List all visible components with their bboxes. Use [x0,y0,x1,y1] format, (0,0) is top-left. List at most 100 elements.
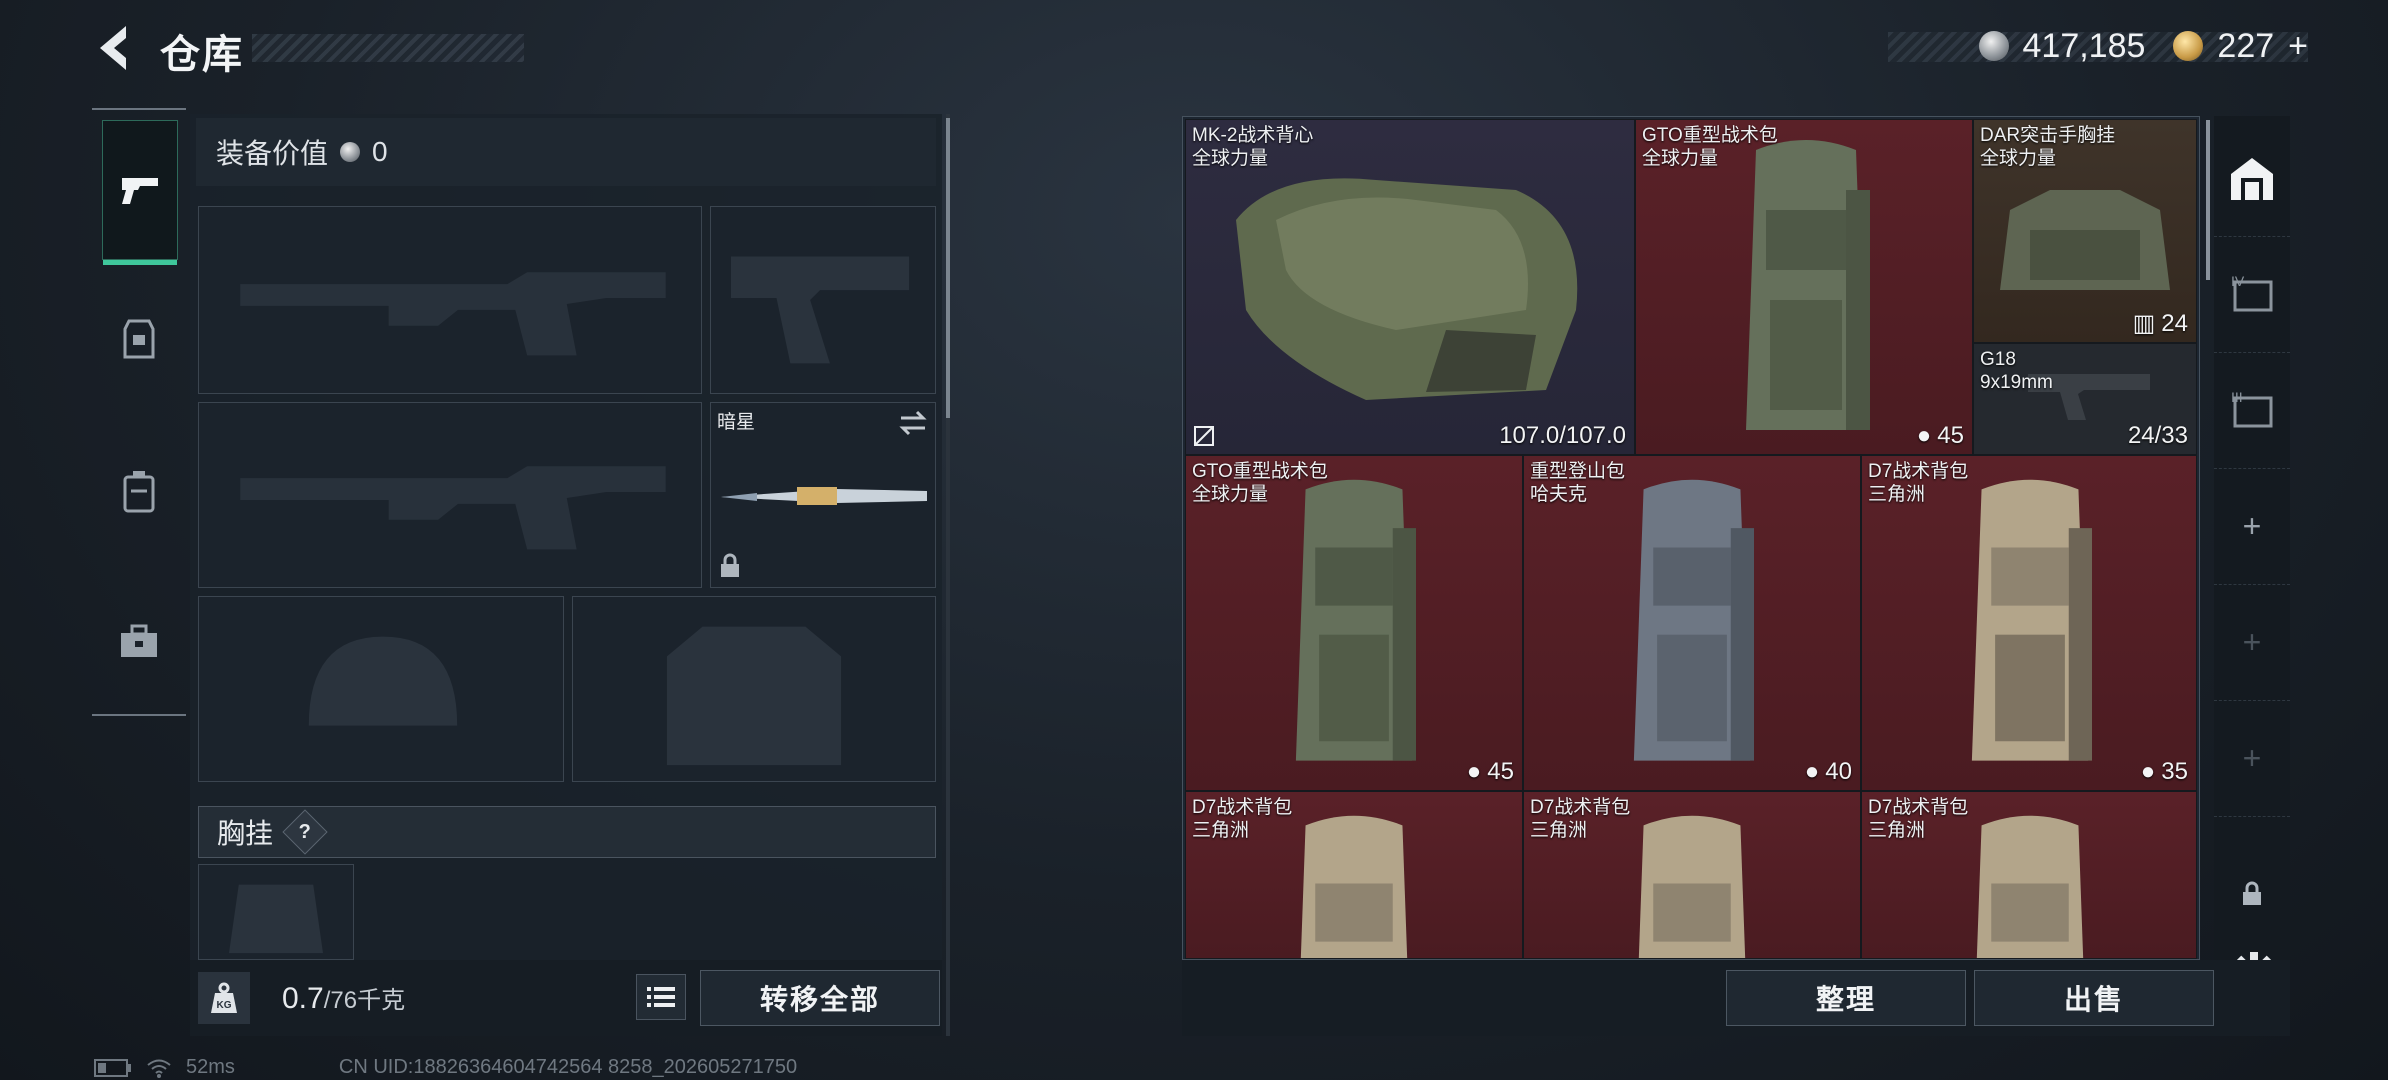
tab-toolbox[interactable] [102,572,176,710]
equipment-value-bar: 装备价值 0 [196,118,936,186]
stash-item[interactable]: MK-2战术背心 全球力量 107.0/107.0 [1185,119,1635,455]
help-icon[interactable]: ? [282,809,328,855]
tab-weapons[interactable] [102,120,178,265]
lock-icon [2243,881,2261,905]
transfer-all-button[interactable]: 转移全部 [700,970,940,1026]
currency-display[interactable]: 417,185 227 + [1978,24,2308,68]
tactical-vest-image [1236,178,1578,400]
warehouse-icon [2231,158,2273,200]
item-ammo: 24/33 [2127,422,2188,449]
stash-item[interactable]: D7战术背包 三角洲 [1861,791,2197,959]
equipment-value: 0 [372,136,388,167]
silver-coin-icon [340,142,361,162]
armor-durability-icon [1194,426,1214,446]
backpack-image [1976,815,2084,958]
stash-item[interactable]: G18 9x19mm 24/33 [1973,343,2197,455]
svg-text:KG: KG [217,1000,232,1011]
sort-button[interactable]: 整理 [1726,970,1966,1026]
melee-name: 暗星 [717,412,756,433]
chest-rig-silhouette-icon [229,884,323,954]
backpack-image [1971,479,2092,761]
storage-box-icon: III [2231,389,2273,428]
stash-grid: MK-2战术背心 全球力量 107.0/107.0 GTO重型战术包 全球力量 … [1182,116,2200,960]
list-icon [647,987,675,1007]
rifle-silhouette-icon [240,272,666,356]
primary-weapon-slot[interactable] [198,206,702,394]
back-arrow-icon[interactable] [92,22,136,74]
list-view-button[interactable] [636,974,686,1020]
title-decoration [252,34,524,62]
tab-stash-main[interactable] [2214,120,2290,237]
stash-item[interactable]: DAR突击手胸挂 全球力量 ▥ 24 [1973,119,2197,343]
item-capacity: ● 45 [1916,422,1964,449]
stash-lock-button[interactable] [2214,836,2290,952]
body-armor-slot[interactable] [572,596,936,782]
stash-item[interactable]: D7战术背包 三角洲 ● 35 [1861,455,2197,791]
svg-text:IV: IV [2231,273,2245,289]
silver-amount: 417,185 [2022,26,2146,65]
user-uid: CN UID:18826364604742564 8258_2026052717… [338,1056,798,1078]
item-name: G18 9x19mm [1980,349,2053,393]
page-title: 仓库 [160,33,244,77]
add-stash-button[interactable]: + [2214,468,2290,585]
melee-slot[interactable]: 暗星 [710,402,936,588]
capacity-icon: ▥ [2132,310,2156,337]
tab-stash-4[interactable]: IV [2214,236,2290,353]
item-name: MK-2战术背心 全球力量 [1192,125,1314,169]
chest-rig-slot[interactable] [198,864,354,960]
item-name: DAR突击手胸挂 全球力量 [1980,125,2116,169]
sell-button[interactable]: 出售 [1974,970,2214,1026]
pistol-silhouette-icon [730,256,910,364]
add-stash-button-disabled: + [2214,584,2290,701]
add-stash-button-disabled: + [2214,700,2290,817]
capacity-icon: ● [1916,422,1932,449]
wifi-icon [147,1059,171,1078]
stash-item[interactable]: D7战术背包 三角洲 [1523,791,1861,959]
helmet-slot[interactable] [198,596,564,782]
tab-armor[interactable] [102,270,176,408]
sidearm-slot[interactable] [710,206,936,394]
stash-item[interactable]: GTO重型战术包 全球力量 ● 45 [1185,455,1523,791]
svg-text:III: III [2231,389,2243,405]
storage-box-icon: IV [2231,273,2273,312]
tab-stash-3[interactable]: III [2214,352,2290,469]
tab-backpack[interactable] [102,422,176,560]
backpack-image [1633,479,1754,761]
capacity-icon: ● [2140,758,2156,785]
item-name: GTO重型战术包 全球力量 [1192,461,1328,505]
knife-icon [721,487,927,505]
carry-weight: 0.7/76千克 [282,980,405,1016]
ping: 52ms [186,1056,235,1078]
toolbox-icon [121,624,157,657]
item-capacity: ● 40 [1804,758,1852,785]
item-durability: 107.0/107.0 [1499,422,1626,449]
backpack-image [1295,479,1416,761]
backpack-image [1300,815,1408,958]
item-name: D7战术背包 三角洲 [1530,797,1631,841]
backpack-icon [123,471,155,513]
helmet-silhouette-icon [308,636,458,726]
gold-add-button[interactable]: + [2288,27,2308,66]
stash-item[interactable]: D7战术背包 三角洲 [1185,791,1523,959]
stash-item[interactable]: 重型登山包 哈夫克 ● 40 [1523,455,1861,791]
pistol-icon [122,178,158,204]
vest-icon [123,319,155,359]
gold-coin-icon [2173,31,2204,61]
battery-icon [94,1058,131,1077]
loadout-scroll-thumb[interactable] [946,118,950,418]
backpack-image [1638,815,1746,958]
item-name: D7战术背包 三角洲 [1868,797,1969,841]
weight-current: 0.7 [282,982,324,1015]
swap-icon[interactable] [897,409,929,437]
capacity-icon: ● [1466,758,1482,785]
stash-scrollbar[interactable] [2206,120,2210,280]
lock-icon [721,553,739,577]
capacity-icon: ● [1804,758,1820,785]
item-capacity: ● 45 [1466,758,1514,785]
item-name: D7战术背包 三角洲 [1192,797,1293,841]
stash-item[interactable]: GTO重型战术包 全球力量 ● 45 [1635,119,1973,455]
item-capacity: ● 35 [2140,758,2188,785]
item-capacity: ▥ 24 [2132,309,2188,338]
loadout-category-tabs [92,108,186,716]
secondary-weapon-slot[interactable] [198,402,702,588]
